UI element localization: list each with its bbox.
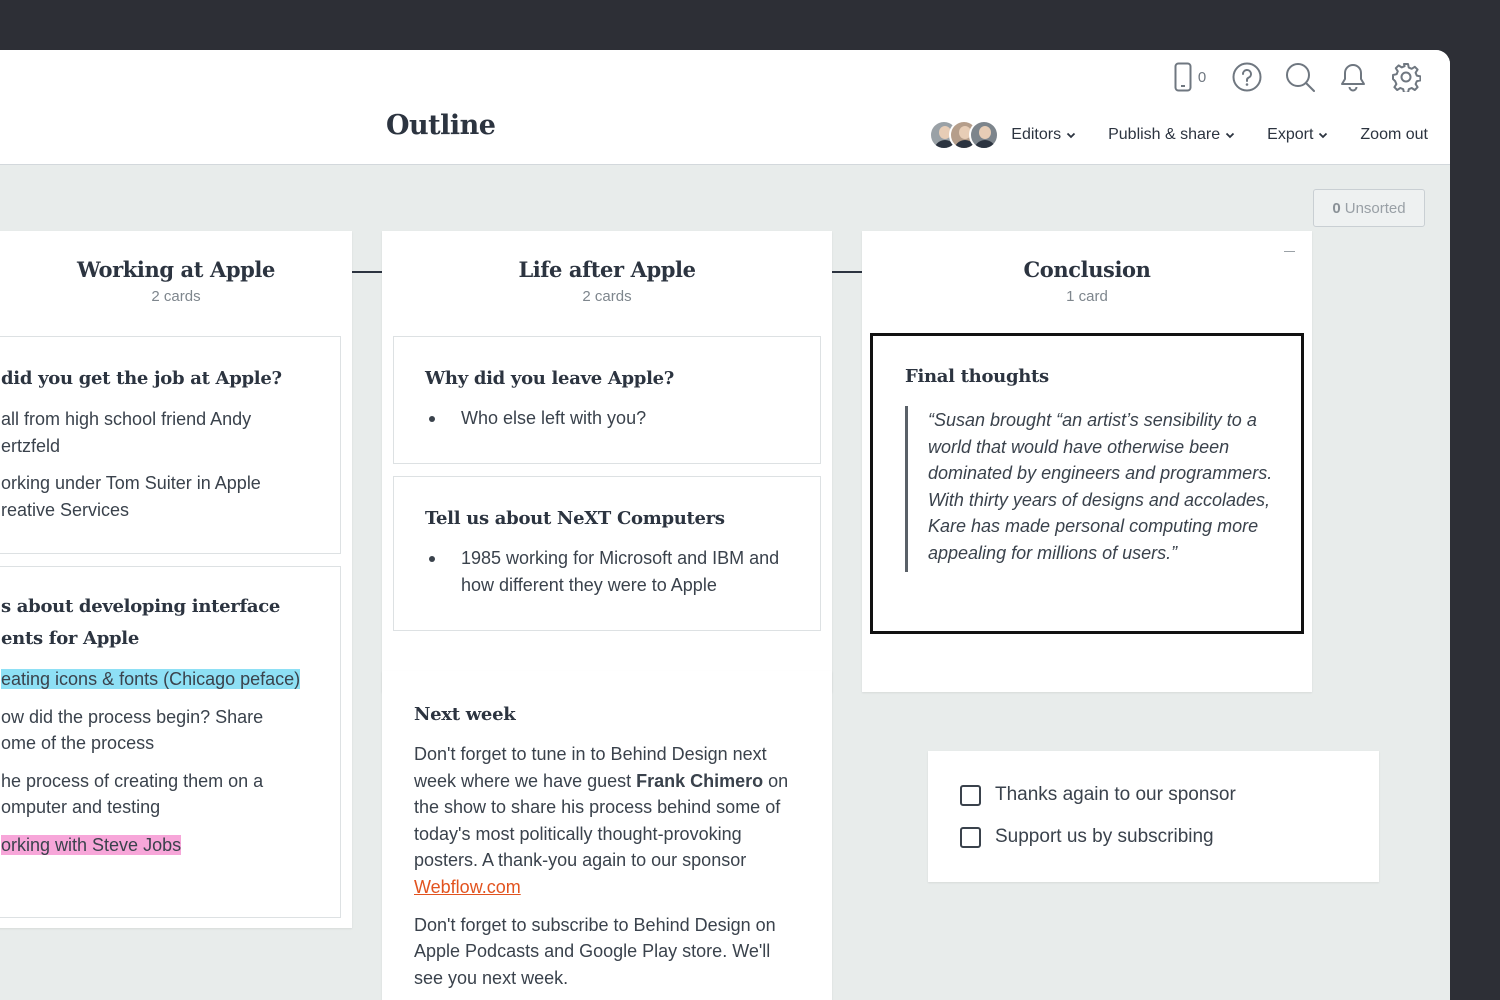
device-preview-button[interactable]: 0 [1160,58,1220,96]
list-item: 1985 working for Microsoft and IBM and h… [425,545,785,598]
column-header: Conclusion 1 card [862,231,1312,305]
chevron-down-icon [1226,132,1235,139]
blockquote[interactable]: “Susan brought “an artist’s sensibility … [905,406,1277,572]
gear-icon [1391,62,1421,92]
card[interactable]: Why did you leave Apple? Who else left w… [393,336,821,464]
chevron-down-icon [1066,132,1076,139]
checkbox[interactable] [960,826,981,848]
card[interactable]: did you get the job at Apple? all from h… [0,336,341,554]
phone-icon [1174,62,1192,92]
bell-icon [1339,62,1367,92]
list-item: Who else left with you? [425,405,820,432]
card-next-week[interactable]: Next week Don't forget to tune in to Beh… [382,671,832,1000]
device-count: 0 [1197,68,1207,86]
top-icon-bar: 0 [1160,58,1432,96]
highlighted-text: eating icons & fonts (Chicago peface) [1,669,301,689]
column-title[interactable]: Working at Apple [0,257,352,282]
app-window: 0 Outline Editors Publish & share Export… [0,50,1450,1000]
card-checklist[interactable]: Thanks again to our sponsor Support us b… [928,751,1379,882]
card-title: Next week [414,704,516,725]
page-title: Outline [386,110,496,141]
checklist-item: Thanks again to our sponsor [960,774,1379,816]
column-connector [832,271,862,273]
unsorted-button[interactable]: 0 Unsorted [1313,189,1425,227]
publish-share-label: Publish & share [1108,126,1221,143]
header-menu: Editors Publish & share Export Zoom out [929,120,1428,150]
sponsor-link[interactable]: Webflow.com [414,877,521,897]
chevron-down-icon [1319,132,1328,139]
editors-group [929,120,1000,150]
column-title[interactable]: Life after Apple [382,257,832,282]
column-title[interactable]: Conclusion [862,257,1312,282]
card-title: s about developing interface ents for Ap… [1,596,281,649]
card-line: all from high school friend Andy ertzfel… [1,409,252,456]
column-connector [352,271,382,273]
card-paragraph: Don't forget to subscribe to Behind Desi… [414,914,776,988]
settings-button[interactable] [1379,58,1432,96]
search-button[interactable] [1273,58,1326,96]
export-label: Export [1267,126,1314,143]
checklist-item: Support us by subscribing [960,816,1379,858]
card[interactable]: s about developing interface ents for Ap… [0,566,341,918]
search-icon [1285,62,1315,92]
column-card-count: 2 cards [151,288,201,305]
card-line: he process of creating them on a omputer… [1,770,264,818]
export-menu[interactable]: Export [1267,126,1328,144]
card-line: eating icons & fonts (Chicago peface) [1,666,301,693]
bullet-list: Who else left with you? [425,405,820,432]
publish-share-menu[interactable]: Publish & share [1108,126,1235,144]
help-icon [1232,62,1262,92]
column-card-count: 2 cards [582,288,632,305]
unsorted-label: Unsorted [1344,199,1406,217]
checkbox[interactable] [960,784,981,806]
highlighted-text: orking with Steve Jobs [1,834,182,855]
card-paragraph: Don't forget to tune in to Behind Design… [414,741,809,901]
notifications-button[interactable] [1326,58,1379,96]
editor-avatars[interactable] [929,120,1000,150]
unsorted-count: 0 [1332,199,1341,217]
card-title: Final thoughts [905,366,1049,387]
help-button[interactable] [1220,58,1273,96]
card-title: did you get the job at Apple? [1,368,282,389]
column-card-count: 1 card [1066,288,1108,305]
bullet-list: 1985 working for Microsoft and IBM and h… [425,545,800,598]
editors-menu[interactable]: Editors [1011,126,1076,144]
top-bar: 0 Outline Editors Publish & share Export… [0,50,1450,165]
editors-label: Editors [1011,126,1062,143]
card-title: Why did you leave Apple? [425,368,675,389]
zoom-out-button[interactable]: Zoom out [1360,126,1428,144]
avatar [969,120,1000,150]
card-title: Tell us about NeXT Computers [425,508,725,529]
column-header: Life after Apple 2 cards [382,231,832,305]
checklist-label: Support us by subscribing [995,826,1214,847]
card-editing[interactable]: Final thoughts “Susan brought “an artist… [870,333,1304,634]
card-line: orking under Tom Suiter in Apple reative… [1,473,261,520]
card-line: orking with Steve Jobs [1,832,301,859]
zoom-out-label: Zoom out [1360,126,1428,143]
bold-text: Frank Chimero [636,770,764,791]
card-line: ow did the process begin? Share ome of t… [1,706,264,754]
collapse-column-button[interactable] [1284,245,1296,257]
column-header: Working at Apple 2 cards [0,231,352,305]
card[interactable]: Tell us about NeXT Computers 1985 workin… [393,476,821,631]
checklist-label: Thanks again to our sponsor [995,784,1236,805]
